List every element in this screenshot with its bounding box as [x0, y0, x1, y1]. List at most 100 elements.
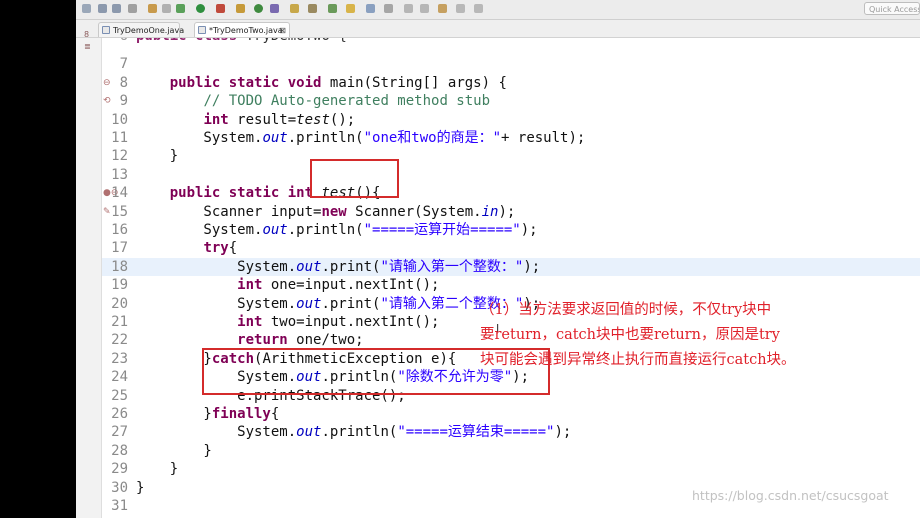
code-line[interactable]: 11 System.out.println("one和two的商是："+ res…	[102, 129, 920, 147]
debug-icon[interactable]	[176, 4, 185, 13]
line-number: 7	[119, 56, 128, 73]
build-icon[interactable]	[148, 4, 157, 13]
new-file-icon[interactable]	[82, 4, 91, 13]
code-line[interactable]: 7	[102, 55, 920, 73]
line-number: 23	[111, 350, 128, 367]
close-icon[interactable]: ⊠	[279, 23, 286, 38]
line-number: 10	[111, 111, 128, 128]
annotation-text: （1）当方法要求返回值的时候，不仅try块中 要return，catch块中也要…	[480, 298, 920, 373]
code-text: try{	[203, 240, 238, 257]
line-number: 19	[111, 277, 128, 294]
line-number: 24	[111, 369, 128, 386]
line-number: 13	[111, 166, 128, 183]
line-number: 28	[111, 442, 128, 459]
save-all-icon[interactable]	[112, 4, 121, 13]
line-number: 11	[111, 130, 128, 146]
restore-icon[interactable]: 8	[84, 30, 89, 39]
code-text: System.out.println("one和two的商是："+ result…	[136, 130, 586, 146]
next-annotation-icon[interactable]	[404, 4, 413, 13]
line-number: 17	[111, 240, 128, 257]
code-line[interactable]: 18 System.out.print("请输入第一个整数：");	[102, 257, 920, 276]
code-text: }finally{	[136, 406, 280, 422]
show-whitespace-icon[interactable]	[384, 4, 393, 13]
prev-annotation-icon[interactable]	[420, 4, 429, 13]
code-text: int one=input.nextInt();	[237, 277, 440, 294]
code-line[interactable]: ✎ 15 Scanner input=new Scanner(System.in)…	[102, 203, 920, 221]
tab-label: *TryDemoTwo.java	[209, 26, 283, 35]
code-text: }	[136, 442, 212, 459]
main-toolbar: Quick Access	[76, 0, 920, 20]
line-number: 30	[111, 479, 128, 496]
code-line[interactable]: ⊖ 8 public static void main(String[] args…	[102, 74, 920, 92]
annotation-line: 块可能会遇到异常终止执行而直接运行catch块。	[480, 352, 796, 368]
code-line[interactable]: 12 }	[102, 147, 920, 165]
run-icon[interactable]	[196, 4, 205, 13]
line-number: 26	[111, 406, 128, 422]
java-file-icon	[102, 26, 110, 34]
tab-trydemoone[interactable]: TryDemoOne.java	[98, 22, 184, 37]
code-line[interactable]: ●⊖ 14 public static int test(){	[102, 184, 920, 202]
line-number: 29	[111, 461, 128, 478]
line-number: 25	[111, 387, 128, 404]
open-task-icon[interactable]	[328, 4, 337, 13]
code-line[interactable]: 28 }	[102, 442, 920, 460]
new-package-icon[interactable]	[236, 4, 245, 13]
eclipse-window: Quick Access TryDemoOne.java *TryDemoTwo…	[76, 0, 920, 518]
back-icon[interactable]	[456, 4, 465, 13]
code-text: System.out.print("请输入第一个整数：");	[136, 258, 541, 275]
tab-label: TryDemoOne.java	[113, 26, 185, 35]
line-number: 21	[111, 314, 128, 330]
tasks-icon[interactable]	[162, 4, 171, 13]
left-trim: 8 ≣	[76, 30, 102, 518]
code-text: System.out.println("=====运算结束=====");	[136, 424, 572, 441]
code-text: public class TryDemoTwo {	[136, 38, 347, 45]
code-line[interactable]: 10 int result=test();	[102, 111, 920, 129]
line-number: 18	[111, 258, 128, 275]
open-type-icon[interactable]	[290, 4, 299, 13]
code-line[interactable]: 27 System.out.println("=====运算结束=====");	[102, 423, 920, 441]
line-number: 22	[111, 332, 128, 349]
forward-icon[interactable]	[474, 4, 483, 13]
line-number: 31	[111, 498, 128, 514]
line-number: 16	[111, 222, 128, 238]
line-number: 12	[111, 148, 128, 165]
code-line[interactable]: 16 System.out.println("=====运算开始=====");	[102, 221, 920, 239]
code-editor[interactable]: 6 public class TryDemoTwo { 7⊖8 public sta…	[102, 38, 920, 518]
line-number: 14	[111, 185, 128, 202]
new-class-icon[interactable]	[254, 4, 263, 13]
code-line[interactable]: 29 }	[102, 460, 920, 478]
code-line[interactable]: 19 int one=input.nextInt();	[102, 276, 920, 294]
code-text: // TODO Auto-generated method stub	[203, 93, 491, 110]
java-file-icon	[198, 26, 206, 34]
code-text: }	[136, 461, 179, 478]
toggle-mark-icon[interactable]	[346, 4, 355, 13]
line-number: 20	[111, 295, 128, 312]
external-tools-icon[interactable]	[216, 4, 225, 13]
code-text: int two=input.nextInt();	[237, 314, 440, 330]
code-text: }	[136, 479, 145, 496]
code-line[interactable]: 6 public class TryDemoTwo {	[102, 38, 920, 45]
tab-trydemotwo[interactable]: *TryDemoTwo.java ⊠	[194, 22, 290, 37]
line-number: 8	[119, 74, 128, 91]
code-line[interactable]: 26 }finally{	[102, 405, 920, 423]
watermark: https://blog.csdn.net/csucsgoat	[692, 488, 889, 503]
new-interface-icon[interactable]	[270, 4, 279, 13]
outline-icon[interactable]: ≣	[84, 42, 91, 51]
last-edit-icon[interactable]	[438, 4, 447, 13]
code-text: System.out.println("=====运算开始=====");	[136, 222, 538, 238]
line-number: 6	[102, 38, 128, 45]
code-line[interactable]: 17 try{	[102, 239, 920, 257]
annotation-line: （1）当方法要求返回值的时候，不仅try块中	[480, 302, 772, 318]
code-text: int result=test();	[203, 111, 356, 128]
save-icon[interactable]	[98, 4, 107, 13]
code-text: public static void main(String[] args) {	[169, 74, 507, 91]
annotation-line: 要return，catch块中也要return，原因是try	[480, 327, 780, 343]
line-number: 15	[111, 203, 128, 220]
highlight-box-test-method	[310, 159, 399, 198]
print-icon[interactable]	[128, 4, 137, 13]
code-line[interactable]: 13	[102, 166, 920, 184]
pin-icon[interactable]	[366, 4, 375, 13]
quick-access-field[interactable]: Quick Access	[864, 2, 920, 15]
search-icon[interactable]	[308, 4, 317, 13]
code-line[interactable]: ⟲ 9 // TODO Auto-generated method stub	[102, 92, 920, 110]
